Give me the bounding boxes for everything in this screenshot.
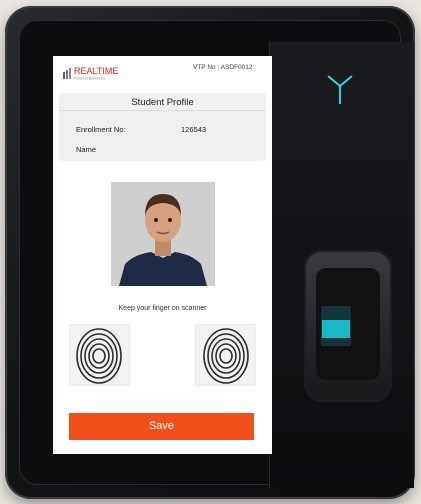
- student-profile-card: Student Profile Enrollment No: 126543 Na…: [59, 93, 266, 161]
- name-label: Name: [76, 145, 97, 154]
- profile-title: Student Profile: [131, 97, 194, 108]
- logo-text: REALTIME: [74, 66, 118, 76]
- enrollment-value: 126543: [181, 125, 207, 134]
- vtp-number: VTP No : ASDF0012: [193, 64, 253, 71]
- right-fingerprint-icon: [194, 323, 257, 387]
- y-indicator-icon: [318, 68, 362, 117]
- logo: REALTIME Power of Biometrics: [63, 66, 118, 81]
- save-button[interactable]: Save: [69, 413, 254, 440]
- fingerprint-scanner: [304, 250, 392, 402]
- finger-instruction: Keep your finger on scanner: [118, 305, 207, 312]
- device-screen: REALTIME Power of Biometrics VTP No : AS…: [53, 56, 272, 454]
- left-fingerprint-icon: [68, 323, 131, 387]
- profile-divider: [59, 110, 266, 111]
- scanner-light: [322, 320, 350, 338]
- enrollment-label: Enrollment No:: [76, 125, 126, 134]
- student-photo: [111, 182, 215, 286]
- logo-tagline: Power of Biometrics: [74, 77, 105, 81]
- screen-topbar: REALTIME Power of Biometrics VTP No : AS…: [53, 56, 272, 82]
